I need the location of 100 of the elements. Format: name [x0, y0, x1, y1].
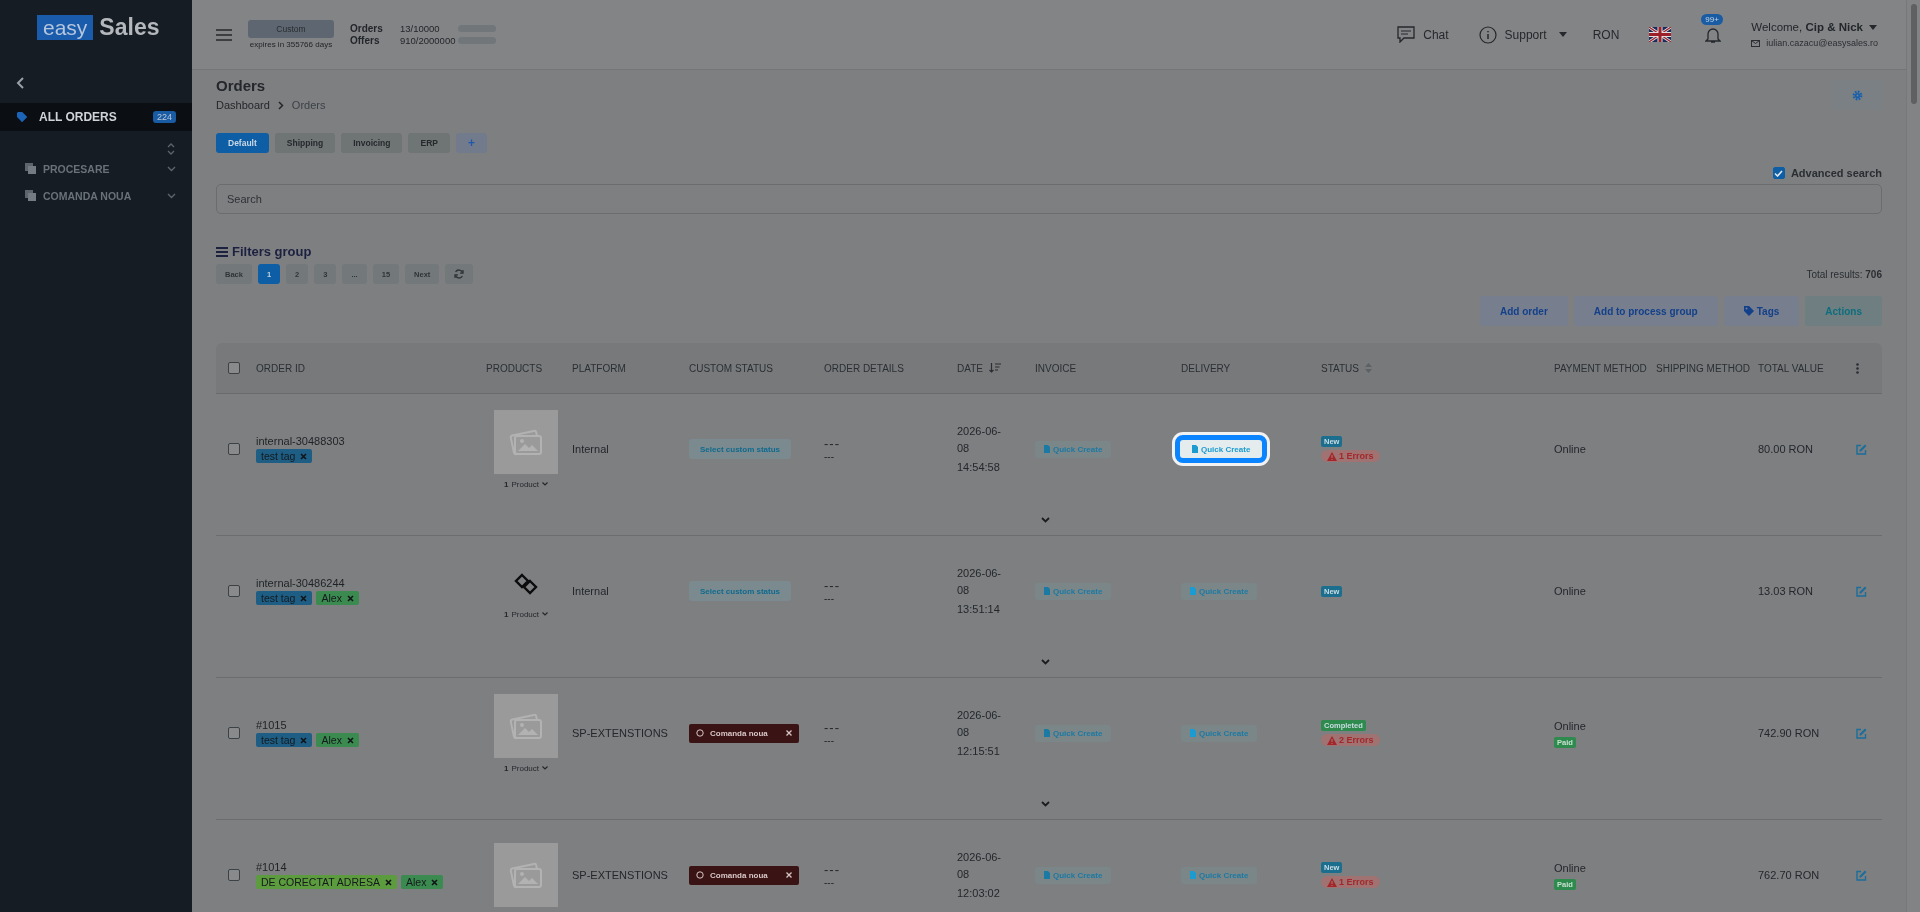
view-tab[interactable]: Default	[216, 133, 269, 153]
order-time: 14:54:58	[957, 459, 1000, 475]
currency-selector[interactable]: RON	[1592, 27, 1620, 42]
column-header: ORDER ID	[256, 362, 305, 374]
chat-link[interactable]: Chat	[1423, 27, 1449, 42]
notification-badge: 99+	[1701, 13, 1723, 25]
caret-icon[interactable]	[1868, 24, 1877, 30]
warning-icon	[1327, 451, 1337, 461]
breadcrumb-item[interactable]: Dashboard	[216, 99, 270, 111]
chevron-left-icon[interactable]	[16, 77, 24, 89]
errors-badge[interactable]: 2 Errors	[1321, 734, 1380, 746]
welcome-text: Welcome, Cip & Nick	[1751, 21, 1863, 33]
order-time: 13:51:14	[957, 601, 1000, 617]
custom-status-button[interactable]: Select custom status	[689, 439, 792, 459]
chevron-down-icon[interactable]	[1041, 800, 1050, 807]
more-icon[interactable]	[1856, 362, 1859, 374]
column-header: ORDER DETAILS	[824, 362, 904, 374]
image-placeholder	[494, 409, 558, 474]
user-email: iulian.cazacu@easysales.ro	[1766, 38, 1878, 48]
order-tag: test tag	[256, 591, 313, 605]
document-icon	[1192, 445, 1198, 453]
order-time: 12:15:51	[957, 743, 1000, 759]
add-tab-button[interactable]: +	[455, 133, 487, 153]
count-badge: 224	[152, 111, 176, 123]
total-value: 80.00 RON	[1758, 443, 1814, 455]
product-count-dropdown[interactable]: 1 Product	[504, 479, 548, 489]
document-icon	[1044, 587, 1050, 595]
quick-create-button[interactable]: Quick Create	[1175, 435, 1268, 463]
platform-text: SP-EXTENSTIONS	[572, 727, 668, 739]
chevron-down-icon	[167, 165, 176, 172]
support-menu[interactable]: Support	[1504, 27, 1547, 42]
close-icon[interactable]	[385, 878, 393, 886]
chevron-down-icon[interactable]	[1041, 516, 1050, 523]
order-id[interactable]: #1014	[256, 861, 287, 873]
view-tab[interactable]: ERP	[408, 133, 450, 153]
order-details-text: ---	[824, 436, 840, 451]
chevron-down-icon[interactable]	[1041, 658, 1050, 665]
payment-method: Online	[1554, 861, 1586, 876]
checkbox[interactable]	[1772, 167, 1785, 179]
column-header: INVOICE	[1035, 362, 1077, 374]
checkbox[interactable]	[228, 869, 240, 881]
envelope-icon	[1751, 39, 1761, 47]
view-tab[interactable]: Invoicing	[341, 133, 403, 153]
chevron-right-icon	[277, 100, 284, 110]
tags-button[interactable]: Tags	[1723, 296, 1800, 326]
scrollbar[interactable]	[1906, 0, 1920, 912]
platform-text: SP-EXTENSTIONS	[572, 869, 668, 881]
order-details-text: ---	[824, 593, 834, 604]
column-header: SHIPPING METHOD	[1656, 362, 1750, 374]
checkbox[interactable]	[228, 727, 240, 739]
action-button[interactable]: Add to process group	[1573, 296, 1718, 326]
warning-icon	[1327, 735, 1337, 745]
sidebar-item[interactable]: ALL ORDERS 224	[0, 103, 192, 131]
chevron-down-icon	[167, 192, 176, 199]
order-tag: Alex	[401, 875, 444, 889]
warning-icon	[1327, 877, 1337, 887]
flag-icon[interactable]	[1649, 27, 1672, 42]
circle-icon	[696, 871, 704, 879]
close-icon[interactable]	[431, 878, 439, 886]
column-header: PRODUCTS	[486, 362, 543, 374]
checkbox[interactable]	[228, 362, 240, 374]
custom-status-button[interactable]: Select custom status	[689, 581, 792, 601]
column-header: DATE	[957, 362, 983, 374]
product-count-dropdown[interactable]: 1 Product	[504, 763, 548, 773]
sidebar-folder[interactable]: PROCESARE	[0, 155, 192, 182]
column-header: STATUS	[1321, 362, 1359, 374]
custom-status-tag: Comanda noua	[689, 723, 799, 743]
info-icon[interactable]	[1478, 25, 1497, 44]
document-icon	[1190, 587, 1196, 595]
refresh-button[interactable]	[445, 264, 474, 284]
payment-method: Online	[1554, 719, 1586, 734]
action-button[interactable]: Add order	[1480, 296, 1568, 326]
bell-icon[interactable]	[1705, 25, 1722, 44]
errors-badge[interactable]: 1 Errors	[1321, 450, 1380, 462]
errors-badge[interactable]: 1 Errors	[1321, 876, 1380, 888]
order-date: 2026-06-08	[957, 849, 1003, 882]
breadcrumb-item: Orders	[291, 99, 326, 111]
sidebar-folder[interactable]: COMANDA NOUA	[0, 182, 192, 209]
order-id[interactable]: internal-30486244	[256, 577, 345, 589]
product-count-dropdown[interactable]: 1 Product	[504, 609, 548, 619]
product-logo	[514, 572, 538, 595]
order-tag: DE CORECTAT ADRESA	[256, 875, 398, 889]
circle-icon	[696, 729, 704, 737]
tag-icon	[1743, 306, 1754, 316]
order-id[interactable]: internal-30488303	[256, 435, 345, 447]
column-header: PLATFORM	[572, 362, 626, 374]
sort-icon[interactable]	[167, 143, 175, 155]
close-icon[interactable]	[346, 736, 354, 744]
checkbox[interactable]	[228, 443, 240, 455]
view-tab[interactable]: Shipping	[274, 133, 336, 153]
search-field[interactable]: Search	[216, 184, 1882, 214]
chat-icon[interactable]	[1397, 26, 1416, 43]
checkbox[interactable]	[228, 585, 240, 597]
close-icon[interactable]	[346, 594, 354, 602]
menu-icon[interactable]	[216, 28, 232, 41]
order-id[interactable]: #1015	[256, 719, 287, 731]
chevron-down-icon	[542, 612, 548, 616]
sort-descending-icon[interactable]	[988, 363, 1001, 373]
copy-icon	[25, 162, 37, 175]
copy-icon	[25, 189, 37, 202]
